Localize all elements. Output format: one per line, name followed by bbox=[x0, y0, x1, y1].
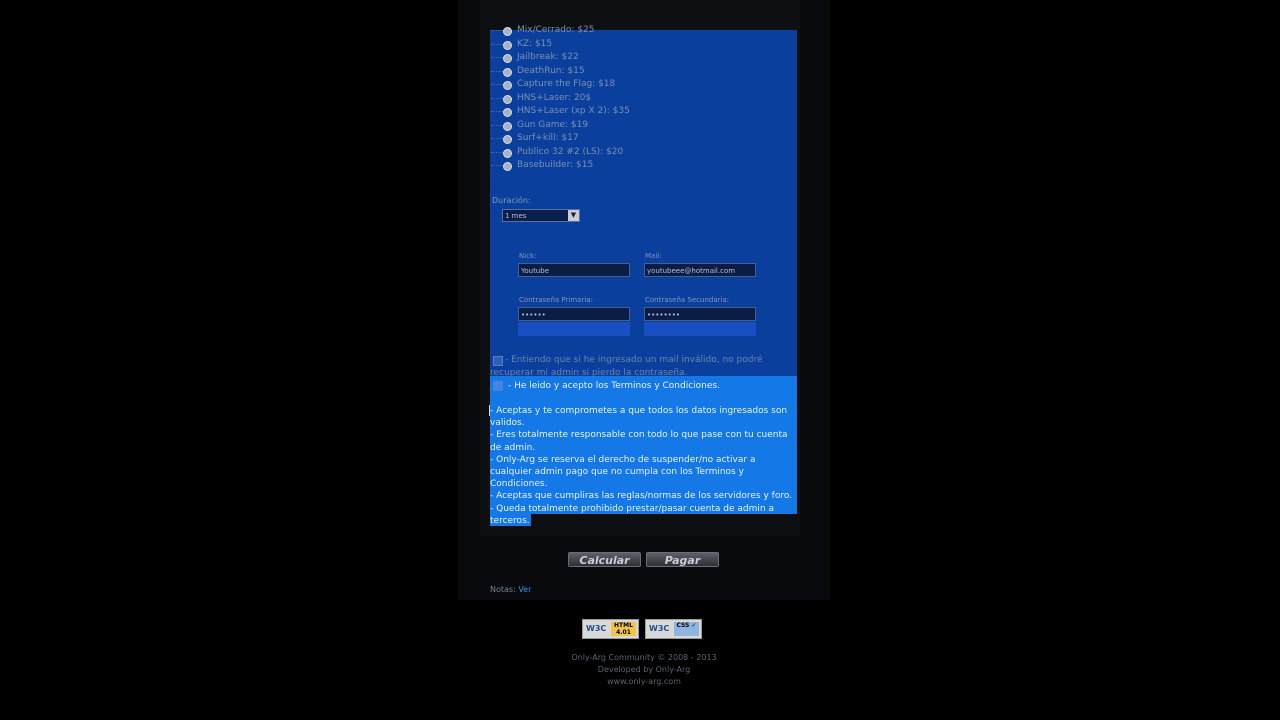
primary-password-confirm[interactable] bbox=[518, 322, 630, 336]
accept-terms-checkbox[interactable] bbox=[493, 381, 503, 391]
radio-button[interactable] bbox=[503, 162, 512, 171]
server-option[interactable]: HNS+Laser (xp X 2): $35 bbox=[491, 105, 630, 119]
secondary-password-label: Contraseña Secundaria: bbox=[645, 296, 730, 304]
server-list: Mix/Cerrado: $25 KZ: $15 Jailbreak: $22 Dea… bbox=[491, 24, 630, 173]
terms-item: - Aceptas que cumpliras las reglas/norma… bbox=[490, 491, 793, 502]
terms-item: - Queda totalmente prohibido prestar/pas… bbox=[490, 503, 774, 526]
footer-copyright: Only-Arg Community © 2008 - 2013 bbox=[571, 653, 717, 662]
secondary-password-input[interactable]: •••••••• bbox=[644, 307, 756, 321]
server-option-label: Surf+kill: $17 bbox=[517, 133, 579, 143]
server-option[interactable]: KZ: $15 bbox=[491, 38, 630, 52]
notes: Notas: Ver bbox=[490, 585, 531, 594]
server-option[interactable]: Jailbreak: $22 bbox=[491, 51, 630, 65]
calculate-button[interactable]: Calcular bbox=[568, 552, 641, 567]
radio-button[interactable] bbox=[503, 108, 512, 117]
radio-button[interactable] bbox=[503, 27, 512, 36]
w3c-html-badge[interactable]: W3C HTML 4.01 bbox=[582, 619, 639, 639]
server-option-label: DeathRun: $15 bbox=[517, 65, 585, 76]
terms-item: - Only-Arg se reserva el derecho de susp… bbox=[490, 454, 756, 490]
primary-password-input[interactable]: •••••• bbox=[518, 307, 630, 321]
server-option-label: HNS+Laser (xp X 2): $35 bbox=[517, 106, 630, 116]
server-option[interactable]: Basebuilder: $15 bbox=[491, 159, 630, 173]
accept-terms-text: - He leido y acepto los Terminos y Condi… bbox=[508, 381, 720, 391]
notes-link[interactable]: Ver bbox=[518, 585, 531, 594]
mail-notice-text: - Entiendo que si he ingresado un mail i… bbox=[490, 355, 763, 378]
server-option[interactable]: DeathRun: $15 bbox=[491, 65, 630, 79]
notes-label: Notas: bbox=[490, 585, 516, 594]
footer-url: www.only-arg.com bbox=[607, 677, 681, 686]
radio-button[interactable] bbox=[503, 94, 512, 104]
duration-select[interactable]: 1 mes ▼ bbox=[502, 209, 580, 222]
server-option[interactable]: Gun Game: $19 bbox=[491, 119, 630, 133]
radio-button[interactable] bbox=[503, 67, 512, 77]
radio-button[interactable] bbox=[503, 54, 512, 63]
footer-developer: Developed by Only-Arg bbox=[597, 665, 691, 674]
server-option-label: Jailbreak: $22 bbox=[517, 52, 579, 62]
duration-selected: 1 mes bbox=[505, 212, 527, 220]
terms-item: - Aceptas y te comprometes a que todos l… bbox=[490, 406, 788, 429]
radio-button[interactable] bbox=[503, 81, 512, 90]
server-option-label: HNS+Laser: 20$ bbox=[517, 92, 592, 103]
server-option[interactable]: Mix/Cerrado: $25 bbox=[491, 24, 630, 38]
radio-button[interactable] bbox=[503, 40, 512, 50]
radio-button[interactable] bbox=[503, 121, 512, 131]
server-option-label: Basebuilder: $15 bbox=[517, 160, 594, 170]
nick-label: Nick: bbox=[519, 252, 537, 260]
secondary-password-confirm[interactable] bbox=[644, 322, 756, 336]
pay-button[interactable]: Pagar bbox=[646, 552, 719, 567]
server-option-label: KZ: $15 bbox=[517, 38, 553, 49]
terms-item: - Eres totalmente responsable con todo l… bbox=[490, 430, 788, 453]
duration-label: Duración: bbox=[492, 196, 531, 205]
radio-button[interactable] bbox=[503, 135, 512, 144]
server-option[interactable]: Capture the Flag: $18 bbox=[491, 78, 630, 92]
server-option[interactable]: Surf+kill: $17 bbox=[491, 132, 630, 146]
nick-input[interactable]: Youtube bbox=[518, 263, 630, 277]
w3c-css-badge[interactable]: W3C CSS ✓ bbox=[645, 619, 702, 639]
html-badge-tag: HTML 4.01 bbox=[611, 622, 636, 636]
server-option-label: Capture the Flag: $18 bbox=[517, 79, 616, 89]
chevron-down-icon[interactable]: ▼ bbox=[568, 210, 579, 221]
server-option-label: Mix/Cerrado: $25 bbox=[517, 25, 595, 35]
server-option-label: Gun Game: $19 bbox=[517, 119, 589, 130]
radio-button[interactable] bbox=[503, 148, 512, 158]
server-option[interactable]: HNS+Laser: 20$ bbox=[491, 92, 630, 106]
mail-input[interactable]: youtubeee@hotmail.com bbox=[644, 263, 756, 277]
server-option-label: Publico 32 #2 (LS): $20 bbox=[517, 146, 624, 157]
css-badge-tag: CSS ✓ bbox=[674, 622, 699, 636]
mail-label: Mail: bbox=[645, 252, 662, 260]
primary-password-label: Contraseña Primaria: bbox=[519, 296, 593, 304]
terms-list: - Aceptas y te comprometes a que todos l… bbox=[490, 405, 797, 527]
server-option[interactable]: Publico 32 #2 (LS): $20 bbox=[491, 146, 630, 160]
